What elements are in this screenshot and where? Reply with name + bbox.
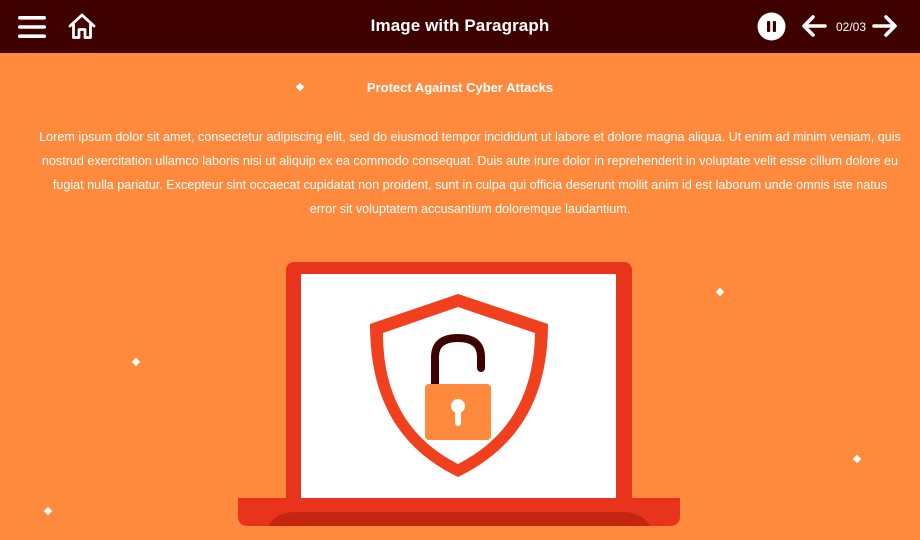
arrow-right-icon[interactable] xyxy=(872,14,898,38)
content-paragraph: Lorem ipsum dolor sit amet, consectetur … xyxy=(39,130,901,216)
laptop-security-illustration xyxy=(238,262,680,526)
sparkle-decoration xyxy=(852,454,862,464)
slide-page: Image with Paragraph 02/03 Protect Again… xyxy=(0,0,920,540)
arrow-left-icon[interactable] xyxy=(801,14,827,38)
content-heading: Protect Against Cyber Attacks xyxy=(366,80,554,95)
sparkle-decoration xyxy=(131,357,141,367)
sparkle-decoration xyxy=(715,287,725,297)
top-bar: Image with Paragraph 02/03 xyxy=(0,0,920,53)
sparkle-decoration xyxy=(43,506,53,516)
page-counter: 02/03 xyxy=(835,20,867,34)
laptop-base-shadow xyxy=(268,512,650,526)
pause-icon[interactable] xyxy=(757,12,786,41)
